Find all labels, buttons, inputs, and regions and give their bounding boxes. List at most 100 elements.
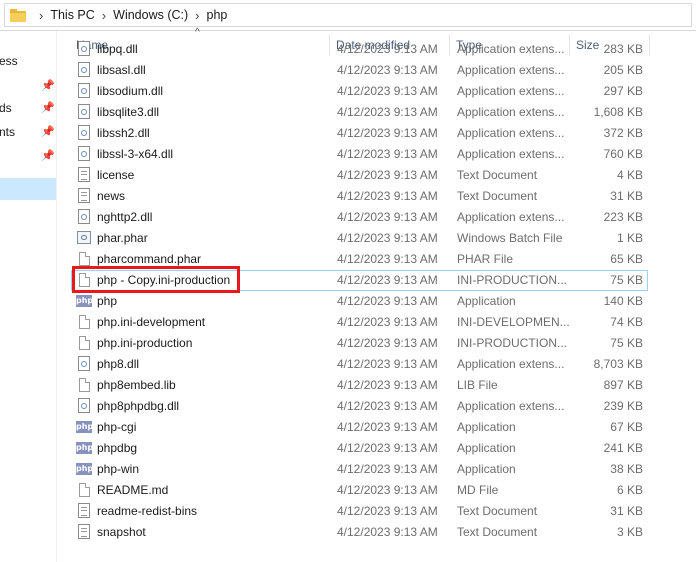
table-row[interactable]: snapshot 4/12/2023 9:13 AM Text Document 3 …: [62, 522, 696, 543]
file-type: Application extens...: [457, 147, 565, 161]
php-icon: php: [76, 461, 92, 478]
blank-file-icon-glyph: [79, 315, 90, 329]
file-size: 4 KB: [616, 168, 643, 182]
chevron-right-icon[interactable]: ›: [95, 8, 113, 23]
dll-icon-glyph: [78, 398, 90, 413]
file-size: 223 KB: [603, 210, 643, 224]
file-size: 31 KB: [610, 504, 643, 518]
file-size: 75 KB: [610, 336, 643, 350]
dll-icon-glyph: [78, 41, 90, 56]
file-name: license: [97, 168, 135, 182]
blank-file-icon-glyph: [79, 483, 90, 497]
file-size: 297 KB: [603, 84, 643, 98]
file-type: INI-PRODUCTION...: [457, 273, 567, 287]
dll-icon: [76, 146, 92, 163]
nav-item-pinned-1[interactable]: 📌: [0, 76, 56, 98]
file-type: Application: [457, 294, 516, 308]
table-row[interactable]: php - Copy.ini-production 4/12/2023 9:13 …: [62, 266, 696, 293]
table-row[interactable]: phar.phar 4/12/2023 9:13 AM Windows Batch …: [62, 228, 696, 249]
table-row[interactable]: php8.dll 4/12/2023 9:13 AM Application ext…: [62, 354, 696, 375]
table-row[interactable]: nghttp2.dll 4/12/2023 9:13 AM Application …: [62, 207, 696, 228]
file-size: 8,703 KB: [593, 357, 643, 371]
text-file-icon: [76, 167, 92, 184]
text-file-icon: [76, 188, 92, 205]
table-row[interactable]: php8embed.lib 4/12/2023 9:13 AM LIB File 89…: [62, 375, 696, 396]
file-name: libssh2.dll: [97, 126, 150, 140]
table-row[interactable]: libssl-3-x64.dll 4/12/2023 9:13 AM Applica…: [62, 144, 696, 165]
blank-file-icon: [76, 482, 92, 499]
file-type: Text Document: [457, 168, 538, 182]
table-row[interactable]: libsqlite3.dll 4/12/2023 9:13 AM Applicati…: [62, 102, 696, 123]
file-date-modified: 4/12/2023 9:13 AM: [337, 42, 438, 56]
table-row[interactable]: libssh2.dll 4/12/2023 9:13 AM Application …: [62, 123, 696, 144]
table-row[interactable]: libsodium.dll 4/12/2023 9:13 AM Applicatio…: [62, 81, 696, 102]
file-date-modified: 4/12/2023 9:13 AM: [337, 357, 438, 371]
file-date-modified: 4/12/2023 9:13 AM: [337, 378, 438, 392]
breadcrumb-this-pc[interactable]: This PC: [50, 8, 94, 22]
nav-item-label: ds: [0, 101, 12, 115]
table-row[interactable]: php php-win 4/12/2023 9:13 AM Application 38…: [62, 459, 696, 480]
file-size: 760 KB: [603, 147, 643, 161]
file-type: Application extens...: [457, 42, 565, 56]
nav-item-pinned-4[interactable]: 📌: [0, 146, 56, 168]
file-size: 31 KB: [610, 189, 643, 203]
table-row[interactable]: php php 4/12/2023 9:13 AM Application 140 KB: [62, 291, 696, 312]
table-row[interactable]: readme-redist-bins 4/12/2023 9:13 AM Text …: [62, 501, 696, 522]
file-date-modified: 4/12/2023 9:13 AM: [337, 441, 438, 455]
php-icon-glyph: php: [76, 421, 92, 433]
highlight-annotation-box: [72, 266, 240, 293]
file-type: Application extens...: [457, 210, 565, 224]
file-date-modified: 4/12/2023 9:13 AM: [337, 210, 438, 224]
file-size: 1,608 KB: [593, 105, 643, 119]
table-row[interactable]: php8phpdbg.dll 4/12/2023 9:13 AM Applicati…: [62, 396, 696, 417]
dll-icon: [76, 62, 92, 79]
chevron-right-icon[interactable]: ›: [188, 8, 206, 23]
file-type: Application extens...: [457, 84, 565, 98]
file-size: 75 KB: [610, 273, 643, 287]
chevron-right-icon[interactable]: ›: [32, 8, 50, 23]
file-size: 283 KB: [603, 42, 643, 56]
dll-icon: [76, 104, 92, 121]
nav-item-quick-access[interactable]: ess: [0, 51, 56, 73]
file-date-modified: 4/12/2023 9:13 AM: [337, 231, 438, 245]
table-row[interactable]: license 4/12/2023 9:13 AM Text Document 4 K…: [62, 165, 696, 186]
table-row[interactable]: php php-cgi 4/12/2023 9:13 AM Application 67…: [62, 417, 696, 438]
file-type: LIB File: [457, 378, 498, 392]
php-icon-glyph: php: [76, 442, 92, 454]
navigation-pane: ess 📌 ds 📌 nts 📌 📌: [0, 31, 57, 562]
text-file-icon: [76, 503, 92, 520]
table-row[interactable]: libpq.dll 4/12/2023 9:13 AM Application ex…: [62, 39, 696, 60]
table-row[interactable]: news 4/12/2023 9:13 AM Text Document 31 KB: [62, 186, 696, 207]
blank-file-icon-glyph: [79, 378, 90, 392]
pin-icon: 📌: [41, 126, 55, 138]
file-size: 3 KB: [616, 525, 643, 539]
file-date-modified: 4/12/2023 9:13 AM: [337, 273, 438, 287]
file-name: php-win: [97, 462, 140, 476]
breadcrumb-windows-c[interactable]: Windows (C:): [113, 8, 188, 22]
table-row[interactable]: php.ini-production 4/12/2023 9:13 AM INI-P…: [62, 333, 696, 354]
table-row[interactable]: php phpdbg 4/12/2023 9:13 AM Application 241…: [62, 438, 696, 459]
blank-file-icon-glyph: [79, 336, 90, 350]
dll-icon: [76, 209, 92, 226]
table-row[interactable]: libsasl.dll 4/12/2023 9:13 AM Application …: [62, 60, 696, 81]
blank-file-icon: [76, 377, 92, 394]
php-icon: php: [76, 440, 92, 457]
batch-file-icon-glyph: [77, 231, 91, 244]
nav-item-downloads[interactable]: ds 📌: [0, 98, 56, 120]
nav-item-selected[interactable]: [0, 178, 56, 200]
file-name: nghttp2.dll: [97, 210, 153, 224]
php-icon-glyph: php: [76, 463, 92, 475]
pin-icon: 📌: [41, 102, 55, 114]
address-box[interactable]: › This PC › Windows (C:) › php: [4, 3, 692, 27]
file-type: Application extens...: [457, 63, 565, 77]
nav-item-documents[interactable]: nts 📌: [0, 122, 56, 144]
file-type: Application: [457, 420, 516, 434]
table-row[interactable]: README.md 4/12/2023 9:13 AM MD File 6 KB: [62, 480, 696, 501]
file-type: Application: [457, 462, 516, 476]
table-row[interactable]: php.ini-development 4/12/2023 9:13 AM INI-…: [62, 312, 696, 333]
dll-icon-glyph: [78, 356, 90, 371]
dll-icon-glyph: [78, 209, 90, 224]
breadcrumb-php[interactable]: php: [207, 8, 228, 22]
file-date-modified: 4/12/2023 9:13 AM: [337, 294, 438, 308]
file-size: 241 KB: [603, 441, 643, 455]
